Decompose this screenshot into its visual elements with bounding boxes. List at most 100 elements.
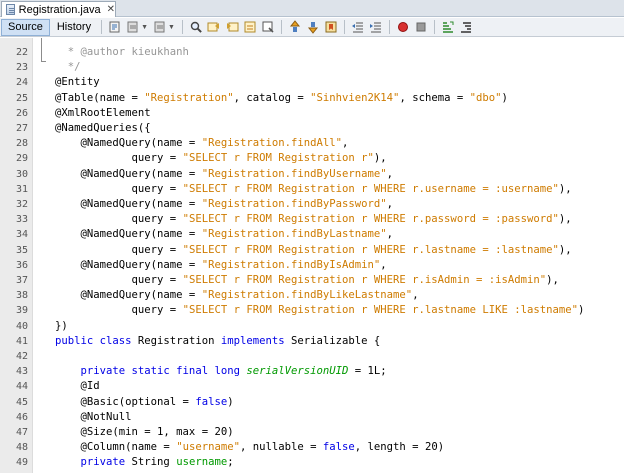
code-token: @XmlRootElement: [55, 106, 151, 119]
code-line: 35 query = "SELECT r FROM Registration r…: [0, 243, 624, 258]
line-number: 35: [15, 244, 28, 256]
code-token: query =: [55, 182, 183, 195]
line-number: 40: [15, 320, 28, 332]
find-next-icon[interactable]: [224, 20, 240, 34]
forward-icon[interactable]: [152, 20, 168, 34]
code-token: Serializable {: [291, 334, 381, 347]
code-token: @NotNull: [55, 410, 132, 423]
code-line: 28 @NamedQuery(name = "Registration.find…: [0, 136, 624, 151]
code-text: query = "SELECT r FROM Registration r WH…: [55, 273, 559, 288]
start-macro-icon[interactable]: [395, 20, 411, 34]
code-token: false: [195, 395, 228, 408]
code-token: @NamedQuery(name =: [55, 289, 202, 302]
code-line: 47 @Size(min = 1, max = 20): [0, 425, 624, 440]
code-token: ;: [227, 456, 234, 469]
code-line: 32 @NamedQuery(name = "Registration.find…: [0, 197, 624, 212]
comment-icon[interactable]: [440, 20, 456, 34]
code-token: serialVersionUID: [246, 365, 349, 378]
toggle-bookmark-icon[interactable]: [323, 20, 339, 34]
find-selection-icon[interactable]: [242, 20, 258, 34]
code-token: Registration: [137, 334, 221, 347]
code-token: "SELECT r FROM Registration r WHERE r.is…: [182, 274, 547, 286]
code-text: @NamedQuery(name = "Registration.findByP…: [55, 197, 394, 212]
code-token: ,: [386, 198, 394, 210]
chevron-down-icon[interactable]: ▼: [141, 24, 148, 31]
code-token: "Registration": [144, 91, 234, 104]
shift-right-icon[interactable]: [368, 20, 384, 34]
code-line: 27 @NamedQueries({: [0, 121, 624, 136]
code-token: ,: [412, 289, 419, 302]
code-line: 26 @XmlRootElement: [0, 106, 624, 121]
code-text: @NamedQuery(name = "Registration.findAll…: [55, 136, 349, 151]
shift-left-icon[interactable]: [350, 20, 366, 34]
code-token: "SELECT r FROM Registration r WHERE r.us…: [182, 182, 559, 195]
code-token: ): [501, 91, 508, 104]
code-token: "username": [176, 441, 240, 454]
line-number: 47: [15, 427, 28, 438]
code-line: 23 */: [0, 60, 624, 75]
code-token: public class: [55, 334, 138, 347]
code-token: "Registration.findByIsAdmin": [201, 258, 381, 271]
code-text: private static final long serialVersionU…: [55, 364, 387, 379]
code-token: , schema =: [399, 91, 470, 104]
tab-registration-java[interactable]: Registration.java ✕: [1, 1, 116, 17]
code-text: public class Registration implements Ser…: [55, 334, 380, 349]
code-token: query =: [55, 243, 183, 256]
code-text: @NamedQuery(name = "Registration.findByI…: [55, 258, 387, 273]
code-token: String: [131, 456, 177, 469]
line-number: 29: [15, 153, 28, 165]
back-icon[interactable]: [125, 20, 141, 34]
code-text: @Id: [55, 379, 100, 394]
stop-macro-icon[interactable]: [413, 20, 429, 34]
find-previous-icon[interactable]: [206, 20, 222, 34]
line-number: 23: [15, 62, 28, 74]
code-token: false: [322, 441, 355, 454]
code-line: 31 query = "SELECT r FROM Registration r…: [0, 182, 624, 197]
line-number: 44: [15, 381, 28, 393]
code-token: query =: [55, 213, 183, 226]
code-line: 33 query = "SELECT r FROM Registration r…: [0, 212, 624, 227]
code-token: ),: [558, 243, 572, 256]
code-token: }): [55, 319, 68, 332]
code-token: "SELECT r FROM Registration r WHERE r.la…: [182, 304, 578, 317]
code-line: 22 * @author kieukhanh: [0, 45, 624, 60]
code-line: 38 @NamedQuery(name = "Registration.find…: [0, 288, 624, 303]
code-text: @XmlRootElement: [55, 106, 151, 121]
code-token: ): [578, 304, 585, 317]
line-number: 26: [15, 107, 28, 119]
code-token: ),: [546, 274, 559, 286]
chevron-down-icon[interactable]: ▼: [168, 24, 175, 31]
line-number: 42: [15, 351, 28, 362]
code-line: 40}): [0, 319, 624, 334]
code-text: query = "SELECT r FROM Registration r WH…: [55, 243, 572, 258]
code-token: */: [55, 61, 81, 74]
code-text: query = "SELECT r FROM Registration r WH…: [55, 212, 572, 227]
history-view-button[interactable]: History: [51, 19, 97, 36]
code-token: @NamedQueries({: [55, 122, 151, 134]
code-editor[interactable]: 22 * @author kieukhanh 23 */24 @Entity 25 @T…: [0, 38, 624, 473]
toggle-highlight-icon[interactable]: [260, 20, 276, 34]
uncomment-icon[interactable]: [458, 20, 474, 34]
editor-tab-strip: Registration.java ✕: [0, 0, 624, 17]
code-line: 39 query = "SELECT r FROM Registration r…: [0, 303, 624, 318]
previous-bookmark-icon[interactable]: [287, 20, 303, 34]
find-icon[interactable]: [188, 20, 204, 34]
line-number: 38: [15, 290, 28, 302]
line-number: 22: [15, 47, 28, 58]
tab-label: Registration.java: [18, 3, 101, 16]
code-token: "Registration.findByLikeLastname": [201, 289, 413, 302]
close-icon[interactable]: ✕: [107, 4, 115, 15]
code-token: "Registration.findByPassword": [201, 198, 387, 210]
last-edit-icon[interactable]: [107, 20, 123, 34]
code-token: @Id: [55, 380, 100, 393]
java-file-icon: [6, 4, 15, 15]
code-token: @Entity: [55, 76, 100, 89]
line-number: 24: [15, 77, 28, 89]
code-token: ,: [386, 228, 394, 241]
line-number: 33: [15, 214, 28, 226]
source-view-button[interactable]: Source: [1, 18, 50, 36]
next-bookmark-icon[interactable]: [305, 20, 321, 34]
code-text: @NamedQuery(name = "Registration.findByL…: [55, 288, 419, 303]
line-number: 32: [15, 199, 28, 210]
code-token: , catalog =: [233, 91, 311, 104]
